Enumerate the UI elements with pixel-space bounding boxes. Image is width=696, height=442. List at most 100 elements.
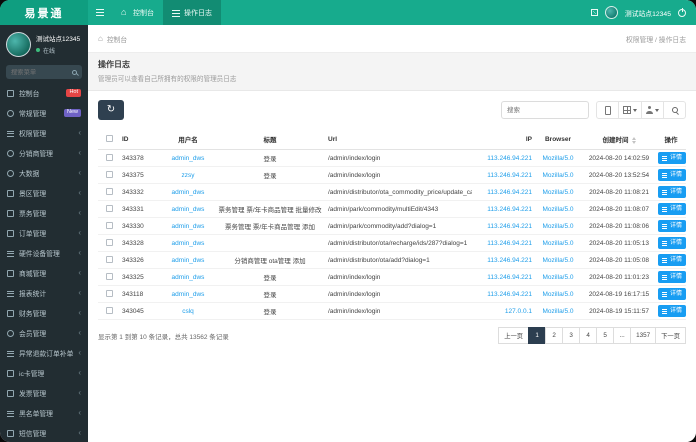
- sidebar-menu-item[interactable]: 异常退款订单补单 ‹: [0, 343, 88, 363]
- username-link[interactable]: admin_dws: [172, 291, 205, 298]
- column-header[interactable]: 用户名: [162, 129, 214, 150]
- column-header[interactable]: ID: [120, 129, 162, 150]
- sidebar-search-input[interactable]: [11, 68, 72, 76]
- ip-link[interactable]: 113.246.94.221: [487, 206, 532, 213]
- detail-button[interactable]: 详情: [658, 271, 686, 283]
- username-link[interactable]: admin_dws: [172, 223, 205, 230]
- column-header[interactable]: Browser: [534, 129, 582, 150]
- sidebar-menu-item[interactable]: 权限管理 ‹: [0, 123, 88, 143]
- sidebar-menu-item[interactable]: 发票管理 ‹: [0, 383, 88, 403]
- detail-button[interactable]: 详情: [658, 237, 686, 249]
- sidebar-menu-item[interactable]: 大数据 ‹: [0, 163, 88, 183]
- ip-link[interactable]: 113.246.94.221: [487, 291, 532, 298]
- sidebar-menu-item[interactable]: 控制台 Hot: [0, 83, 88, 103]
- detail-button[interactable]: 详情: [658, 203, 686, 215]
- page-button[interactable]: 3: [562, 327, 581, 344]
- username-link[interactable]: admin_dws: [172, 257, 205, 264]
- sidebar-menu-item[interactable]: 景区管理 ‹: [0, 183, 88, 203]
- sidebar-menu-item[interactable]: 报表统计 ‹: [0, 283, 88, 303]
- ip-link[interactable]: 113.246.94.221: [487, 240, 532, 247]
- detail-button[interactable]: 详情: [658, 288, 686, 300]
- ip-link[interactable]: 113.246.94.221: [487, 189, 532, 196]
- sidebar-menu-item[interactable]: 短信管理 ‹: [0, 423, 88, 442]
- username-link[interactable]: admin_dws: [172, 189, 205, 196]
- ip-link[interactable]: 113.246.94.221: [487, 223, 532, 230]
- sidebar-menu-item[interactable]: 硬件设备管理 ‹: [0, 243, 88, 263]
- sidebar-menu-item[interactable]: 财务管理 ‹: [0, 303, 88, 323]
- username-link[interactable]: admin_dws: [172, 206, 205, 213]
- column-header[interactable]: Url: [326, 129, 472, 150]
- detail-button[interactable]: 详情: [658, 169, 686, 181]
- logout-icon[interactable]: [678, 7, 686, 17]
- browser-link[interactable]: Mozilla/5.0: [542, 291, 573, 298]
- page-button[interactable]: 2: [545, 327, 564, 344]
- row-checkbox[interactable]: [105, 239, 113, 247]
- row-checkbox[interactable]: [105, 307, 113, 315]
- browser-link[interactable]: Mozilla/5.0: [542, 172, 573, 179]
- topbar-username[interactable]: 测试站点12345: [625, 8, 671, 18]
- table-search-input[interactable]: [501, 101, 589, 119]
- ip-link[interactable]: 113.246.94.221: [487, 155, 532, 162]
- ip-link[interactable]: 113.246.94.221: [487, 172, 532, 179]
- detail-button[interactable]: 详情: [658, 254, 686, 266]
- sidebar-menu-item[interactable]: 票务管理 ‹: [0, 203, 88, 223]
- sidebar-menu-item[interactable]: 订单管理 ‹: [0, 223, 88, 243]
- browser-link[interactable]: Mozilla/5.0: [542, 240, 573, 247]
- username-link[interactable]: cslq: [182, 308, 194, 315]
- page-button[interactable]: 4: [579, 327, 598, 344]
- sidebar-menu-item[interactable]: ic卡管理 ‹: [0, 363, 88, 383]
- avatar[interactable]: [604, 6, 618, 19]
- sidebar-toggle-button[interactable]: [88, 0, 112, 25]
- username-link[interactable]: admin_dws: [172, 155, 205, 162]
- row-checkbox[interactable]: [105, 154, 113, 162]
- browser-link[interactable]: Mozilla/5.0: [542, 223, 573, 230]
- detail-button[interactable]: 详情: [658, 186, 686, 198]
- username-link[interactable]: admin_dws: [172, 274, 205, 281]
- username-link[interactable]: zzsy: [182, 172, 195, 179]
- username-link[interactable]: admin_dws: [172, 240, 205, 247]
- top-tab[interactable]: 操作日志: [163, 0, 221, 25]
- ip-link[interactable]: 113.246.94.221: [487, 274, 532, 281]
- row-checkbox[interactable]: [105, 205, 113, 213]
- browser-link[interactable]: Mozilla/5.0: [542, 257, 573, 264]
- detail-button[interactable]: 详情: [658, 305, 686, 317]
- top-tab[interactable]: 控制台: [112, 0, 163, 25]
- columns-button[interactable]: [618, 101, 642, 119]
- page-button[interactable]: 5: [596, 327, 615, 344]
- column-header[interactable]: 创建时间: [582, 129, 656, 150]
- row-checkbox[interactable]: [105, 290, 113, 298]
- page-button[interactable]: 1357: [630, 327, 657, 344]
- browser-link[interactable]: Mozilla/5.0: [542, 189, 573, 196]
- ip-link[interactable]: 113.246.94.221: [487, 257, 532, 264]
- detail-button[interactable]: 详情: [658, 152, 686, 164]
- sidebar-menu-item[interactable]: 分销商管理 ‹: [0, 143, 88, 163]
- browser-link[interactable]: Mozilla/5.0: [542, 155, 573, 162]
- row-checkbox[interactable]: [105, 256, 113, 264]
- fullscreen-icon[interactable]: [590, 9, 598, 16]
- refresh-button[interactable]: ↻: [98, 100, 124, 120]
- column-header[interactable]: 操作: [656, 129, 686, 150]
- ip-link[interactable]: 127.0.0.1: [505, 308, 532, 315]
- breadcrumb-left[interactable]: ⌂ 控制台: [98, 34, 127, 44]
- search-button[interactable]: [663, 101, 686, 119]
- column-header[interactable]: IP: [472, 129, 534, 150]
- browser-link[interactable]: Mozilla/5.0: [542, 308, 573, 315]
- select-all-checkbox[interactable]: [105, 135, 113, 143]
- sidebar-menu-item[interactable]: 会员管理 ‹: [0, 323, 88, 343]
- detail-button[interactable]: 详情: [658, 220, 686, 232]
- next-page-button[interactable]: 下一页: [655, 327, 686, 344]
- row-checkbox[interactable]: [105, 188, 113, 196]
- row-checkbox[interactable]: [105, 222, 113, 230]
- column-header[interactable]: 标题: [214, 129, 326, 150]
- row-checkbox[interactable]: [105, 171, 113, 179]
- prev-page-button[interactable]: 上一页: [498, 327, 530, 344]
- sidebar-menu-item[interactable]: 常规管理 New: [0, 103, 88, 123]
- row-checkbox[interactable]: [105, 273, 113, 281]
- toggle-view-button[interactable]: [596, 101, 619, 119]
- page-button[interactable]: 1: [528, 327, 547, 344]
- fixed-columns-button[interactable]: [641, 101, 664, 119]
- sidebar-menu-item[interactable]: 商城管理 ‹: [0, 263, 88, 283]
- browser-link[interactable]: Mozilla/5.0: [542, 206, 573, 213]
- sidebar-menu-item[interactable]: 黑名单管理 ‹: [0, 403, 88, 423]
- browser-link[interactable]: Mozilla/5.0: [542, 274, 573, 281]
